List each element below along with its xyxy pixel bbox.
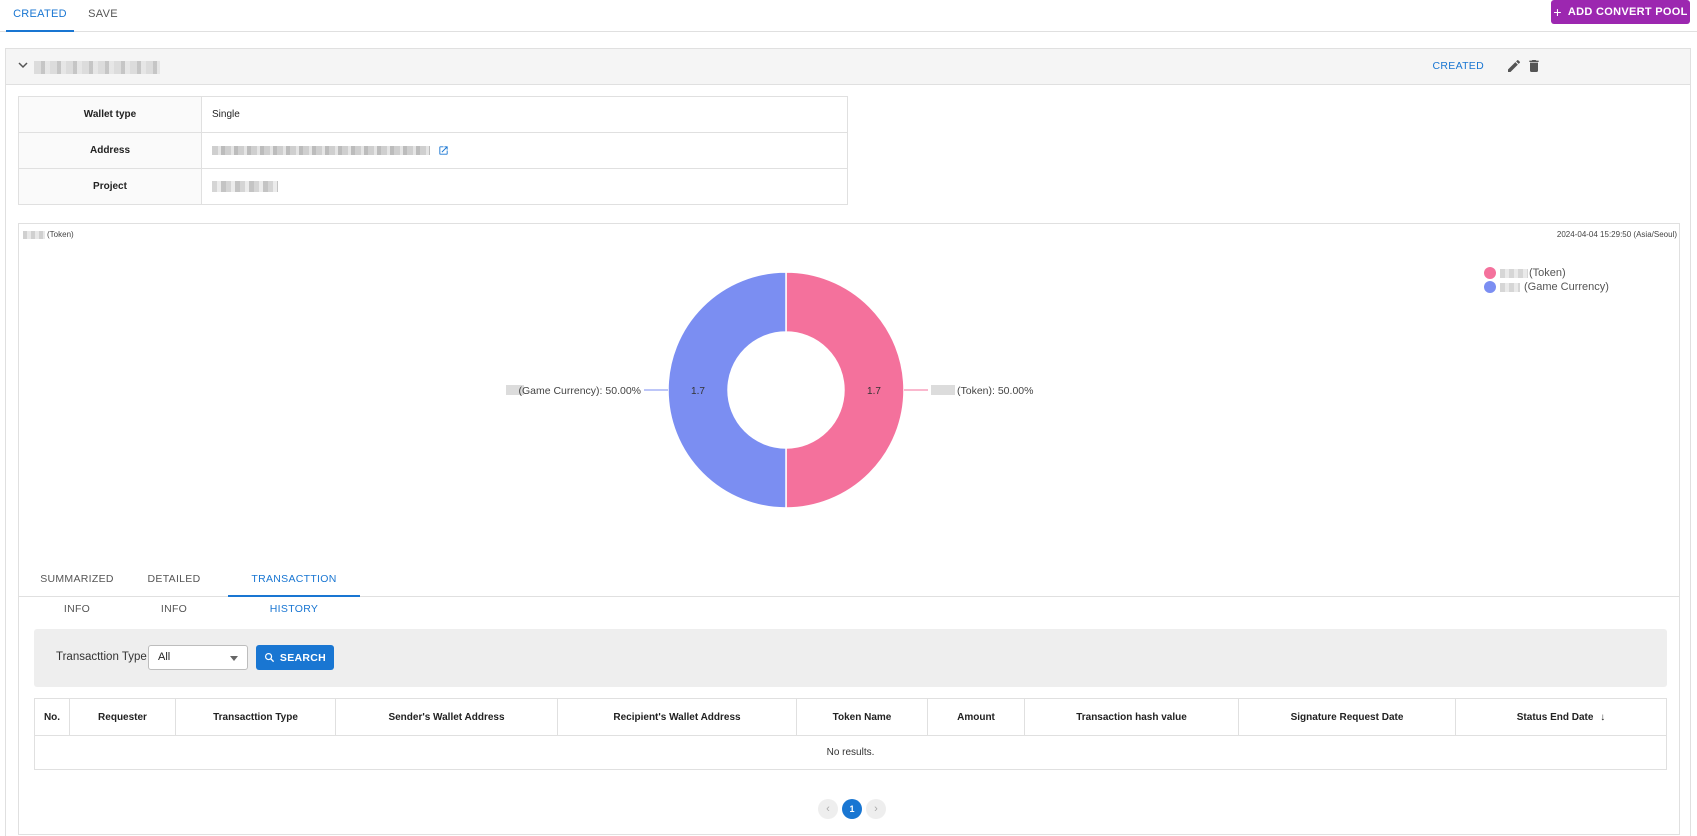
legend-item-token[interactable]: (Token) — [1484, 266, 1609, 280]
selected-value: All — [158, 651, 171, 663]
transaction-table: No. Requester Transacttion Type Sender's… — [34, 698, 1667, 770]
token-label-redacted — [931, 385, 955, 395]
info-value: Single — [201, 96, 848, 133]
col-tx-hash[interactable]: Transaction hash value — [1024, 698, 1239, 736]
info-row-address: Address — [18, 132, 848, 169]
col-status-end-date-label: Status End Date — [1516, 711, 1594, 723]
info-key: Wallet type — [18, 96, 202, 133]
info-key: Address — [18, 132, 202, 169]
prev-page-button[interactable]: ‹ — [818, 799, 838, 819]
col-signature-request-date[interactable]: Signature Request Date — [1238, 698, 1456, 736]
project-redacted — [212, 180, 278, 192]
info-key: Project — [18, 168, 202, 205]
col-amount[interactable]: Amount — [927, 698, 1025, 736]
address-redacted — [212, 145, 430, 155]
legend-label: (Game Currency) — [1524, 281, 1609, 293]
status-badge[interactable]: CREATED — [1433, 60, 1485, 72]
pool-name-redacted — [34, 61, 160, 74]
edit-icon[interactable] — [1506, 58, 1522, 74]
slice-value-label-token: 1.7 — [867, 386, 881, 397]
col-token-name[interactable]: Token Name — [796, 698, 928, 736]
tab-transaction-history[interactable]: TRANSACTTION HISTORY — [228, 564, 360, 615]
info-value — [201, 168, 848, 205]
tab-created[interactable]: CREATED — [6, 0, 74, 32]
legend-name-redacted — [1500, 268, 1528, 278]
convert-pool-card: CREATED Wallet type Single Address Proje… — [5, 48, 1691, 836]
add-convert-pool-button[interactable]: + ADD CONVERT POOL — [1551, 0, 1690, 24]
top-tab-bar: CREATED SAVE — [0, 0, 1697, 32]
transaction-type-select[interactable]: All — [148, 645, 248, 670]
donut-slice-token[interactable] — [785, 271, 905, 509]
legend-swatch — [1484, 267, 1496, 279]
slice-value-label-game-currency: 1.7 — [691, 386, 705, 397]
add-convert-pool-label: ADD CONVERT POOL — [1567, 6, 1688, 18]
col-requester[interactable]: Requester — [69, 698, 176, 736]
col-transaction-type[interactable]: Transacttion Type — [175, 698, 336, 736]
slice-outer-label-game-currency: (Game Currency): 50.00% — [518, 385, 641, 397]
legend-label: (Token) — [1529, 267, 1566, 279]
search-icon — [264, 653, 275, 663]
pagination: ‹ 1 › — [818, 799, 886, 819]
search-button[interactable]: SEARCH — [256, 645, 334, 670]
donut-slice-game-currency[interactable] — [667, 271, 787, 509]
tab-save[interactable]: SAVE — [82, 0, 124, 32]
card-header[interactable]: CREATED — [6, 49, 1690, 85]
detail-tab-bar: SUMMARIZED INFO DETAILED INFO TRANSACTTI… — [19, 564, 1679, 615]
next-page-button[interactable]: › — [866, 799, 886, 819]
chart-legend: (Token) (Game Currency) — [1484, 266, 1609, 294]
tab-summarized-info[interactable]: SUMMARIZED INFO — [26, 564, 128, 615]
caret-down-icon — [230, 656, 238, 661]
search-button-label: SEARCH — [279, 651, 327, 664]
table-empty-row: No results. — [34, 735, 1667, 770]
legend-swatch — [1484, 281, 1496, 293]
plus-icon: + — [1553, 4, 1562, 20]
transaction-type-label: Transacttion Type — [56, 651, 147, 663]
col-recipient-wallet[interactable]: Recipient's Wallet Address — [557, 698, 797, 736]
wallet-info-table: Wallet type Single Address Project — [18, 96, 848, 205]
col-sender-wallet[interactable]: Sender's Wallet Address — [335, 698, 558, 736]
slice-outer-label-token: (Token): 50.00% — [957, 385, 1033, 397]
table-header-row: No. Requester Transacttion Type Sender's… — [34, 698, 1667, 736]
empty-message: No results. — [34, 735, 1667, 770]
info-value — [201, 132, 848, 169]
legend-item-game-currency[interactable]: (Game Currency) — [1484, 280, 1609, 294]
info-row-wallet-type: Wallet type Single — [18, 96, 848, 133]
col-no[interactable]: No. — [34, 698, 70, 736]
filter-bar: Transacttion Type All SEARCH — [34, 629, 1667, 687]
external-link-icon[interactable] — [438, 145, 449, 156]
col-status-end-date[interactable]: Status End Date ↓ — [1455, 698, 1667, 736]
legend-name-redacted — [1500, 282, 1520, 292]
delete-icon[interactable] — [1526, 58, 1542, 74]
sort-arrow-down-icon[interactable]: ↓ — [1600, 712, 1605, 723]
tab-detailed-info[interactable]: DETAILED INFO — [133, 564, 215, 615]
page-button-current[interactable]: 1 — [842, 799, 862, 819]
chevron-down-icon[interactable] — [17, 59, 29, 71]
info-row-project: Project — [18, 168, 848, 205]
donut-chart: 1.7 1.7 (Token): 50.00% (Game Currency):… — [506, 271, 1033, 509]
chart-panel: (Token) 2024-04-04 15:29:50 (Asia/Seoul)… — [18, 223, 1680, 835]
